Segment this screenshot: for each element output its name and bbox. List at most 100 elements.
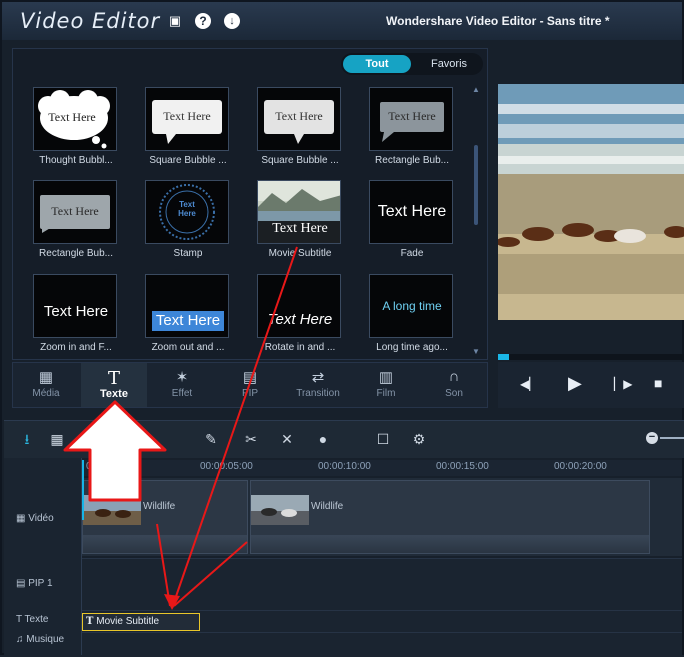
crop-icon[interactable]: ☐ (374, 430, 392, 448)
tile-text: Text Here (267, 311, 333, 328)
tab-label: Film (376, 388, 396, 399)
title-bar: Video Editor ▣ ? ↓ Wondershare Video Edi… (2, 2, 682, 40)
filter-favorites-button[interactable]: Favoris (419, 55, 479, 73)
playback-progress-bar[interactable] (498, 354, 684, 360)
tile-caption: Thought Bubbl... (39, 155, 113, 166)
track-name: Musique (26, 634, 65, 645)
tab-effect[interactable]: ✶ Effet (149, 363, 215, 407)
track-name: Texte (24, 614, 49, 625)
thumbnail: Text Here (257, 87, 341, 151)
video-track-label: ▦ Vidéo (16, 513, 54, 524)
save-icon[interactable]: ▣ (167, 13, 183, 29)
video-clip[interactable]: Wildlife (82, 480, 248, 554)
preview-video-frame[interactable] (498, 84, 684, 320)
library-scrollbar[interactable]: ▲ ▼ (472, 85, 480, 356)
library-item-movie-subtitle[interactable]: Text Here Movie Subtitle (250, 180, 362, 270)
library-item-square-bubble-2[interactable]: Text Here Square Bubble ... (250, 87, 362, 177)
library-item-rotate-in[interactable]: Text Here Rotate in and ... (250, 274, 362, 364)
pip-track (82, 558, 682, 610)
settings-icon[interactable]: ⚙ (410, 430, 428, 448)
audio-waveform (83, 535, 247, 553)
tile-text: Text Here (178, 200, 196, 218)
text-library-panel: Tout Favoris Text Here Thought Bubbl... (12, 48, 488, 360)
tile-text: Text Here (377, 203, 447, 220)
timeline-ruler[interactable]: 00:00:00:00 00:00:05:00 00:00:10:00 00:0… (82, 460, 682, 476)
grid-icon[interactable]: ▦ (48, 430, 66, 448)
tile-text: Text Here (51, 204, 99, 218)
music-track (82, 632, 682, 655)
video-clip[interactable]: Wildlife (250, 480, 650, 554)
video-editor-window: Video Editor ▣ ? ↓ Wondershare Video Edi… (0, 0, 684, 655)
zoom-out-icon[interactable]: − (646, 432, 658, 444)
help-icon[interactable]: ? (195, 13, 211, 29)
tile-caption: Fade (400, 248, 424, 259)
tick-label: 00:00:00:00 (86, 461, 139, 472)
progress-fill (498, 354, 510, 360)
text-icon: T (107, 368, 120, 389)
library-item-thought-bubble[interactable]: Text Here Thought Bubbl... (26, 87, 138, 177)
microphone-icon[interactable]: ● (314, 430, 332, 448)
tab-pip[interactable]: ▤ PIP (217, 363, 283, 407)
thumbnail: Text Here (33, 180, 117, 244)
tile-text: Text Here (272, 221, 328, 236)
thumbnail: Text Here (369, 87, 453, 151)
chevron-up-icon[interactable]: ▲ (472, 85, 480, 94)
tile-text: Text Here (43, 303, 109, 320)
track-headers: ▦ Vidéo ▤ PIP 1 T Texte ♫ Musique (4, 458, 82, 655)
library-item-long-time-ago[interactable]: A long time Long time ago... (362, 274, 474, 364)
tab-label: PIP (241, 388, 259, 399)
library-item-zoom-out[interactable]: Text Here Zoom out and ... (138, 274, 250, 364)
transition-icon: ⇄ (311, 369, 325, 386)
tile-caption: Square Bubble ... (149, 155, 227, 166)
tab-label: Texte (100, 388, 128, 400)
pip-icon: ▤ (16, 578, 26, 589)
clip-thumbnail (83, 495, 141, 525)
tile-text: Text Here (388, 109, 436, 123)
track-name: PIP 1 (28, 578, 53, 589)
headphones-icon: ∩ (448, 368, 460, 385)
track-name: Vidéo (28, 513, 54, 524)
thumbnail: Text Here (257, 180, 341, 244)
scissors-icon[interactable]: ✂ (242, 430, 260, 448)
download-icon[interactable]: ↓ (224, 13, 240, 29)
play-icon[interactable]: ▶ (568, 373, 582, 394)
tile-text: Text Here (152, 311, 224, 331)
tab-label: Son (445, 388, 463, 399)
zoom-slider[interactable] (660, 437, 684, 439)
clip-label: Wildlife (143, 501, 176, 512)
tab-film[interactable]: ▥ Film (353, 363, 419, 407)
library-item-square-bubble-1[interactable]: Text Here Square Bubble ... (138, 87, 250, 177)
library-item-fade[interactable]: Text Here Fade (362, 180, 474, 270)
tile-caption: Stamp (173, 248, 203, 259)
tile-text: Text Here (275, 109, 323, 123)
tab-media[interactable]: ▦ Média (13, 363, 79, 407)
tab-transition[interactable]: ⇄ Transition (285, 363, 351, 407)
playhead[interactable] (82, 460, 84, 520)
library-item-rectangle-bubble-2[interactable]: Text Here Rectangle Bub... (26, 180, 138, 270)
filter-all-button[interactable]: Tout (343, 55, 411, 73)
tile-caption: Long time ago... (376, 342, 448, 353)
text-clip-movie-subtitle[interactable]: T Movie Subtitle (82, 613, 200, 631)
music-icon: ♫ (16, 634, 24, 645)
trash-icon[interactable]: ✕ (278, 430, 296, 448)
insert-icon[interactable]: ⭳ (18, 430, 36, 448)
library-item-zoom-in[interactable]: Text Here Zoom in and F... (26, 274, 138, 364)
tab-text[interactable]: T Texte (81, 363, 147, 407)
tile-caption: Rotate in and ... (264, 342, 336, 353)
stop-icon[interactable]: ■ (654, 375, 662, 391)
window-title: Wondershare Video Editor - Sans titre * (386, 14, 610, 28)
edit-icon[interactable]: ✎ (202, 430, 220, 448)
library-item-rectangle-bubble-1[interactable]: Text Here Rectangle Bub... (362, 87, 474, 177)
scrollbar-thumb[interactable] (474, 145, 478, 225)
timeline-toolbar: ⭳ ▦ ✎ ✂ ✕ ● ☐ ⚙ − (4, 420, 684, 458)
library-item-stamp[interactable]: Text Here Stamp (138, 180, 250, 270)
chevron-down-icon[interactable]: ▼ (472, 347, 480, 356)
text-icon: T (16, 614, 22, 625)
tab-sound[interactable]: ∩ Son (421, 363, 487, 407)
tick-label: 00:00:15:00 (436, 461, 489, 472)
film-icon: ▦ (16, 513, 26, 524)
thumbnail: Text Here (145, 274, 229, 338)
tick-label: 00:00:05:00 (200, 461, 253, 472)
next-frame-icon[interactable]: ▏▶ (614, 377, 632, 391)
previous-frame-icon[interactable]: ◀▏ (520, 377, 538, 391)
